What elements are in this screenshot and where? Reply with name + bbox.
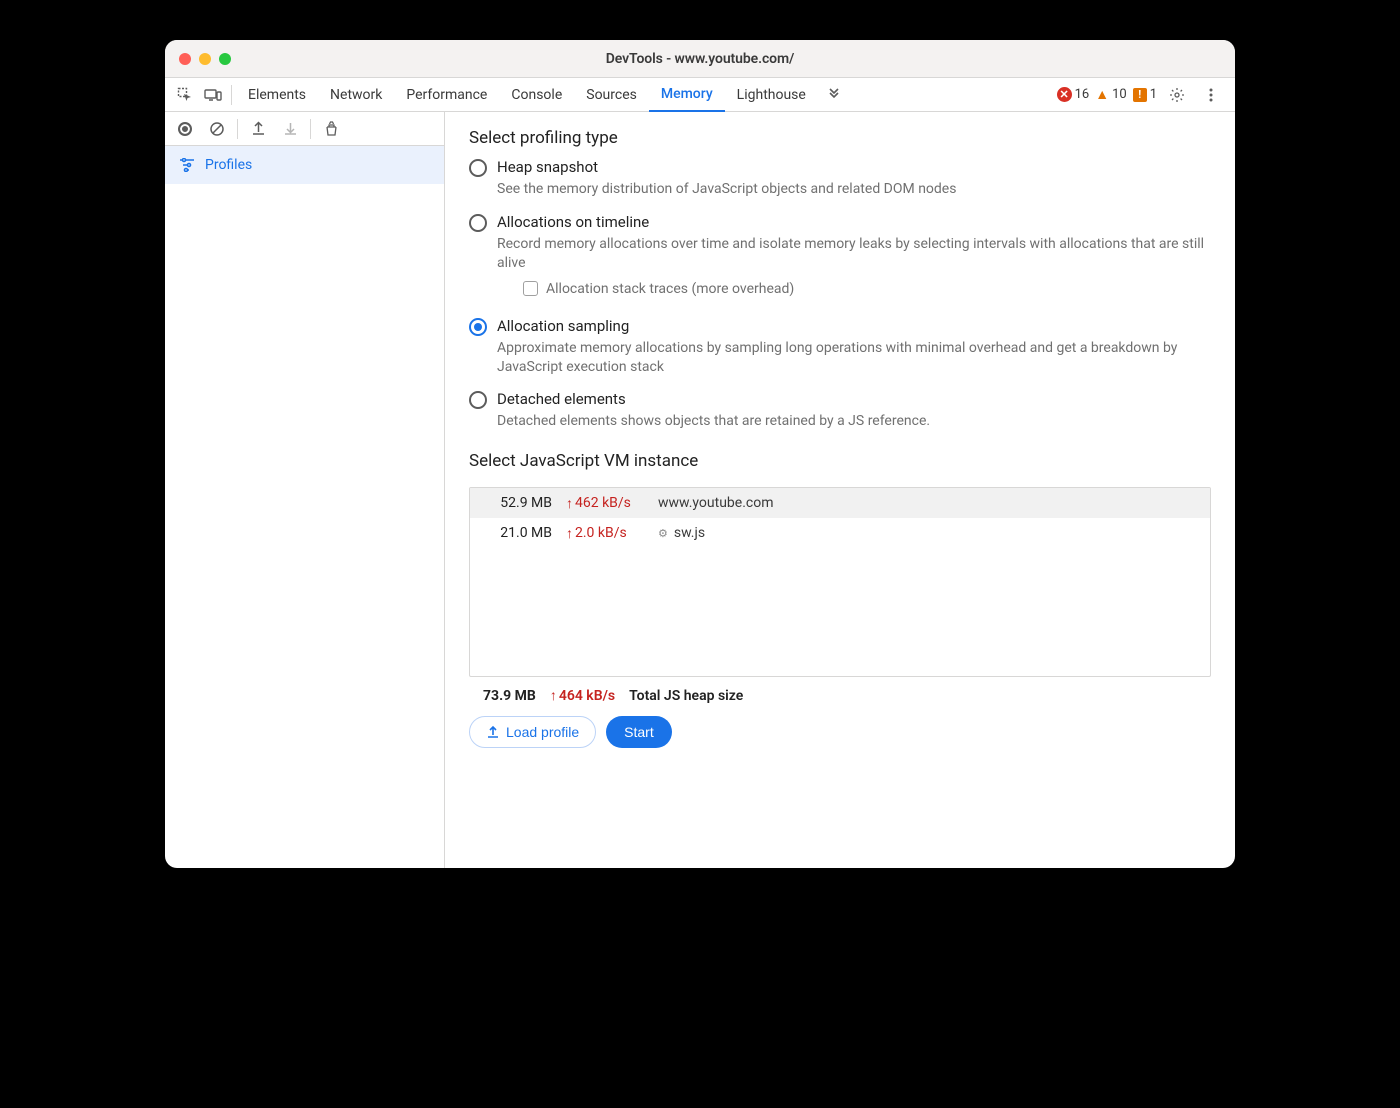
device-toolbar-icon[interactable] [199,81,227,109]
checkbox-input[interactable] [523,281,538,296]
radio-allocation-sampling[interactable] [469,318,487,336]
content-area: Profiles Select profiling type Heap snap… [165,112,1235,868]
sidebar-item-label: Profiles [205,157,252,173]
sidebar: Profiles [165,112,445,868]
inspect-element-icon[interactable] [171,81,199,109]
record-button[interactable] [171,115,199,143]
gear-icon: ⚙ [658,527,668,540]
warnings-badge[interactable]: ▲ 10 [1095,86,1126,103]
download-icon[interactable] [276,115,304,143]
sidebar-item-profiles[interactable]: Profiles [165,146,444,184]
option-allocation-sampling[interactable]: Allocation sampling Approximate memory a… [469,317,1211,377]
option-desc: See the memory distribution of JavaScrip… [497,180,1211,199]
collect-garbage-icon[interactable] [317,115,345,143]
clear-button[interactable] [203,115,231,143]
issues-count: 1 [1150,87,1157,102]
kebab-menu-icon[interactable] [1197,81,1225,109]
main-panel: Select profiling type Heap snapshot See … [445,112,1235,868]
warning-icon: ▲ [1095,86,1109,103]
profiling-heading: Select profiling type [469,128,1211,148]
tab-elements[interactable]: Elements [236,78,318,112]
option-heap-snapshot[interactable]: Heap snapshot See the memory distributio… [469,158,1211,199]
tab-lighthouse[interactable]: Lighthouse [725,78,818,112]
option-allocations-timeline[interactable]: Allocations on timeline Record memory al… [469,213,1211,303]
vm-instance-list: 52.9 MB↑462 kB/swww.youtube.com21.0 MB↑2… [469,487,1211,677]
vm-name: ⚙sw.js [658,525,705,541]
vm-rate: ↑2.0 kB/s [566,525,644,542]
upload-icon [486,725,500,739]
tab-network[interactable]: Network [318,78,394,112]
option-title: Allocation sampling [497,317,1211,335]
radio-detached-elements[interactable] [469,391,487,409]
total-rate: ↑464 kB/s [550,687,615,704]
vm-size: 52.9 MB [484,495,552,511]
sidebar-toolbar [165,112,444,146]
vm-name: www.youtube.com [658,495,774,511]
vm-row[interactable]: 52.9 MB ↑462 kB/s www.youtube.com [470,488,1210,518]
window-title: DevTools - www.youtube.com/ [165,51,1235,67]
option-detached-elements[interactable]: Detached elements Detached elements show… [469,390,1211,431]
radio-heap-snapshot[interactable] [469,159,487,177]
tab-console[interactable]: Console [499,78,574,112]
settings-icon[interactable] [1163,81,1191,109]
tabstrip-right: ✕ 16 ▲ 10 ! 1 [1057,81,1229,109]
option-desc: Record memory allocations over time and … [497,235,1211,273]
tab-sources[interactable]: Sources [574,78,649,112]
up-arrow-icon: ↑ [550,687,557,704]
checkbox-stack-traces[interactable]: Allocation stack traces (more overhead) [523,281,1211,297]
warnings-count: 10 [1112,87,1127,102]
devtools-window: DevTools - www.youtube.com/ ElementsNetw… [165,40,1235,868]
up-arrow-icon: ↑ [566,525,573,542]
tab-performance[interactable]: Performance [394,78,499,112]
upload-icon[interactable] [244,115,272,143]
total-label: Total JS heap size [629,688,743,704]
errors-badge[interactable]: ✕ 16 [1057,87,1090,102]
titlebar: DevTools - www.youtube.com/ [165,40,1235,78]
tab-memory[interactable]: Memory [649,78,725,112]
issues-badge[interactable]: ! 1 [1133,87,1157,102]
option-desc: Approximate memory allocations by sampli… [497,339,1211,377]
total-size: 73.9 MB [483,688,536,704]
start-button[interactable]: Start [606,716,672,748]
option-title: Allocations on timeline [497,213,1211,231]
more-tabs-icon[interactable] [820,81,848,109]
errors-count: 16 [1075,87,1090,102]
vm-rate: ↑462 kB/s [566,495,644,512]
action-row: Load profile Start [469,716,1211,748]
button-label: Load profile [506,724,579,740]
vm-row[interactable]: 21.0 MB ↑2.0 kB/s ⚙sw.js [470,518,1210,548]
radio-allocations-timeline[interactable] [469,214,487,232]
error-icon: ✕ [1057,87,1072,102]
separator [310,119,311,139]
total-row: 73.9 MB ↑464 kB/s Total JS heap size [469,677,1211,704]
up-arrow-icon: ↑ [566,495,573,512]
checkbox-label: Allocation stack traces (more overhead) [546,281,794,297]
vm-heading: Select JavaScript VM instance [469,451,1211,471]
button-label: Start [624,724,654,740]
devtools-tabstrip: ElementsNetworkPerformanceConsoleSources… [165,78,1235,112]
load-profile-button[interactable]: Load profile [469,716,596,748]
filter-icon [179,158,195,172]
option-desc: Detached elements shows objects that are… [497,412,1211,431]
separator [231,85,232,105]
vm-size: 21.0 MB [484,525,552,541]
issue-icon: ! [1133,88,1147,102]
option-title: Heap snapshot [497,158,1211,176]
separator [237,119,238,139]
option-title: Detached elements [497,390,1211,408]
